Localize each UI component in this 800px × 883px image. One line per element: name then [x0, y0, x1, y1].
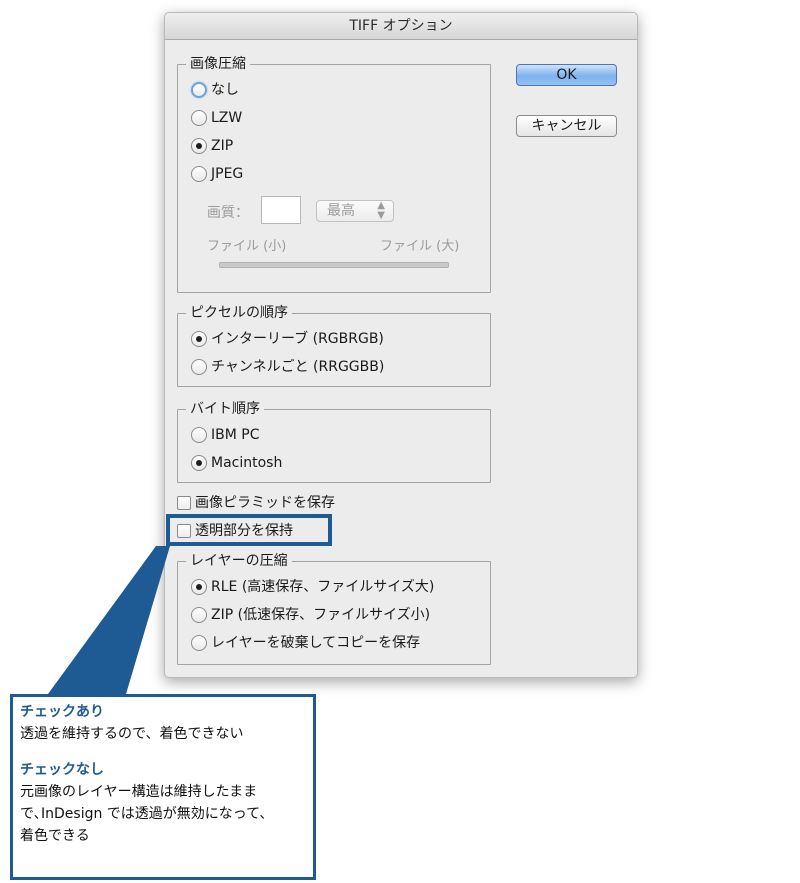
callout-text-unchecked-3: 着色できる [20, 828, 90, 844]
callout-text-unchecked-2: で､InDesign では透過が無効になって、 [20, 806, 274, 822]
callout-text-checked: 透過を維持するので、着色できない [20, 726, 244, 742]
callout-heading-unchecked: チェックなし [20, 762, 104, 778]
callout-text-unchecked-1: 元画像のレイヤー構造は維持したまま [20, 784, 258, 800]
callout-heading-checked: チェックあり [20, 704, 104, 720]
callout-box: チェックあり 透過を維持するので、着色できない チェックなし 元画像のレイヤー構… [10, 694, 316, 880]
